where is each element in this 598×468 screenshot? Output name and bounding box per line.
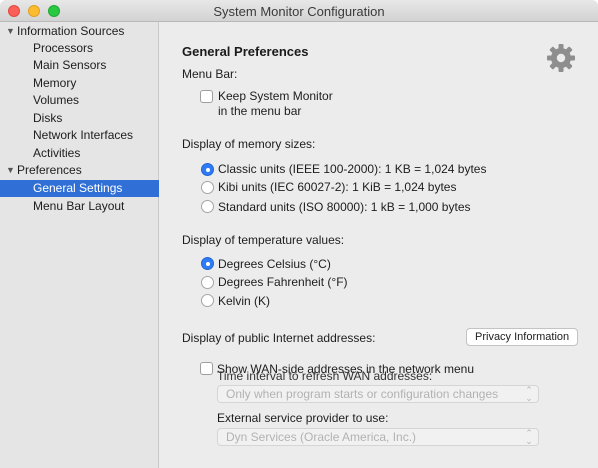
- page-title: General Preferences: [182, 44, 309, 59]
- refresh-interval-popup[interactable]: Only when program starts or configuratio…: [217, 385, 539, 403]
- window-title: System Monitor Configuration: [213, 4, 385, 19]
- service-provider-popup[interactable]: Dyn Services (Oracle America, Inc.) ⌃ ⌄: [217, 428, 539, 446]
- temp-celsius-radio[interactable]: [201, 257, 214, 270]
- sidebar-group-preferences[interactable]: ▼ Preferences: [0, 162, 159, 179]
- privacy-information-button[interactable]: Privacy Information: [466, 328, 579, 346]
- preferences-pane: General Preferences Menu Bar: Keep Syste…: [160, 22, 598, 468]
- disclosure-triangle-icon[interactable]: ▼: [6, 23, 15, 40]
- sidebar-item-label: Volumes: [33, 93, 80, 107]
- keep-in-menu-bar-checkbox[interactable]: [200, 90, 213, 103]
- sidebar-item-label: Main Sensors: [33, 58, 107, 72]
- internet-addresses-label: Display of public Internet addresses:: [182, 331, 376, 345]
- service-provider-value: Dyn Services (Oracle America, Inc.): [226, 430, 417, 444]
- memory-standard-label[interactable]: Standard units (ISO 80000): 1 kB = 1,000…: [218, 200, 471, 214]
- refresh-interval-label: Time interval to refresh WAN addresses:: [217, 369, 433, 383]
- temp-kelvin-radio[interactable]: [201, 294, 214, 307]
- sidebar-item-memory[interactable]: Memory: [0, 75, 159, 92]
- sidebar-group-information-sources[interactable]: ▼ Information Sources: [0, 23, 159, 40]
- sidebar-item-label: Activities: [33, 146, 81, 160]
- sidebar-item-label: General Settings: [33, 181, 123, 195]
- temperature-label: Display of temperature values:: [182, 233, 345, 247]
- memory-classic-label[interactable]: Classic units (IEEE 100-2000): 1 KB = 1,…: [218, 162, 486, 176]
- show-wan-checkbox[interactable]: [200, 362, 213, 375]
- sidebar-item-label: Processors: [33, 41, 94, 55]
- refresh-interval-value: Only when program starts or configuratio…: [226, 387, 499, 401]
- sidebar-item-label: Menu Bar Layout: [33, 199, 125, 213]
- temp-celsius-label[interactable]: Degrees Celsius (°C): [218, 257, 331, 271]
- temp-fahrenheit-radio[interactable]: [201, 276, 214, 289]
- title-bar[interactable]: System Monitor Configuration: [0, 0, 598, 22]
- sidebar-item-volumes[interactable]: Volumes: [0, 92, 159, 109]
- sidebar-item-general-settings[interactable]: General Settings: [0, 180, 159, 197]
- sidebar-item-menu-bar-layout[interactable]: Menu Bar Layout: [0, 198, 159, 215]
- memory-kibi-label[interactable]: Kibi units (IEC 60027-2): 1 KiB = 1,024 …: [218, 180, 456, 194]
- sidebar-item-processors[interactable]: Processors: [0, 40, 159, 57]
- sidebar-item-label: Disks: [33, 111, 63, 125]
- memory-kibi-radio[interactable]: [201, 181, 214, 194]
- temp-fahrenheit-label[interactable]: Degrees Fahrenheit (°F): [218, 275, 348, 289]
- disclosure-triangle-icon[interactable]: ▼: [6, 162, 15, 179]
- sidebar-group-label: Information Sources: [17, 24, 125, 38]
- sidebar-item-label: Network Interfaces: [33, 128, 134, 142]
- popup-chevron-icon: ⌃ ⌄: [525, 428, 533, 446]
- keep-in-menu-bar-label-line1[interactable]: Keep System Monitor: [218, 89, 333, 103]
- sidebar-group-label: Preferences: [17, 163, 82, 177]
- popup-chevron-icon: ⌃ ⌄: [525, 385, 533, 403]
- sidebar-item-disks[interactable]: Disks: [0, 110, 159, 127]
- sidebar-item-network-interfaces[interactable]: Network Interfaces: [0, 127, 159, 144]
- keep-in-menu-bar-label-line2[interactable]: in the menu bar: [218, 104, 301, 118]
- memory-standard-radio[interactable]: [201, 200, 214, 213]
- sidebar-item-main-sensors[interactable]: Main Sensors: [0, 57, 159, 74]
- menu-bar-label: Menu Bar:: [182, 67, 238, 81]
- app-window: System Monitor Configuration ▼ Informati…: [0, 0, 598, 468]
- sidebar-item-label: Memory: [33, 76, 77, 90]
- gear-icon[interactable]: [546, 43, 576, 73]
- temp-kelvin-label[interactable]: Kelvin (K): [218, 294, 270, 308]
- sidebar-item-activities[interactable]: Activities: [0, 145, 159, 162]
- sidebar: ▼ Information Sources Processors Main Se…: [0, 22, 159, 468]
- memory-classic-radio[interactable]: [201, 163, 214, 176]
- memory-sizes-label: Display of memory sizes:: [182, 137, 316, 151]
- service-provider-label: External service provider to use:: [217, 411, 389, 425]
